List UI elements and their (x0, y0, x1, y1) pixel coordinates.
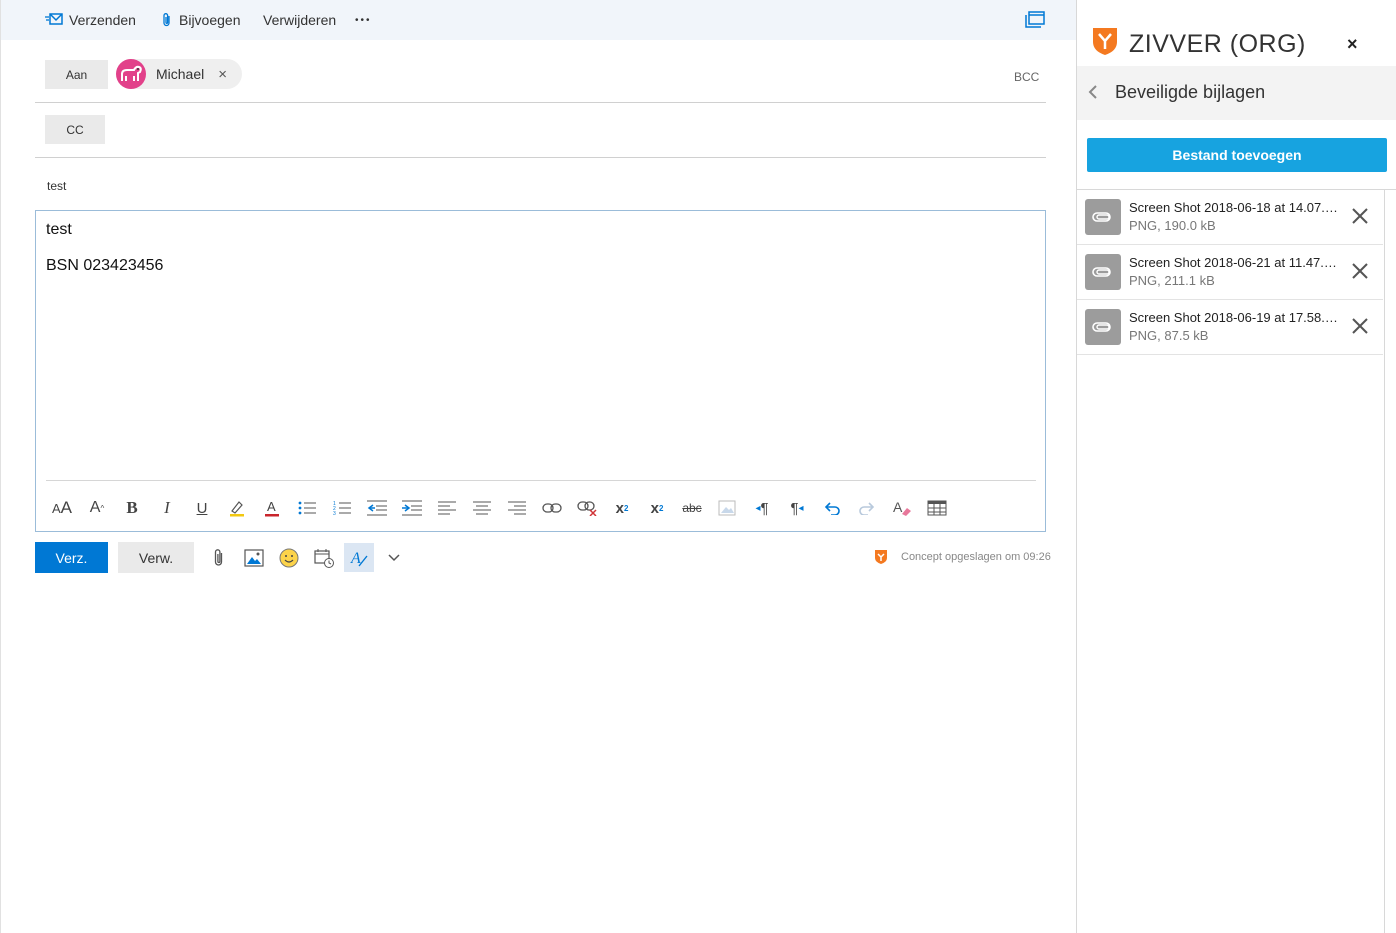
italic-icon[interactable]: I (155, 497, 179, 519)
section-header: Beveiligde bijlagen (1077, 66, 1396, 120)
align-right-icon[interactable] (505, 497, 529, 519)
compose-pane: Verzenden Bijvoegen Verwijderen ••• Aan … (0, 0, 1077, 933)
bold-icon[interactable]: B (120, 497, 144, 519)
app-window: Verzenden Bijvoegen Verwijderen ••• Aan … (0, 0, 1396, 933)
attachment-meta: PNG, 211.1 kB (1129, 273, 1215, 288)
recipient-chip[interactable]: Michael × (116, 59, 242, 89)
attachment-icon (1085, 254, 1121, 290)
more-icon: ••• (355, 14, 372, 26)
increase-indent-icon[interactable] (400, 497, 424, 519)
body-line: test (46, 221, 72, 238)
align-left-icon[interactable] (435, 497, 459, 519)
chevron-down-icon[interactable] (382, 545, 406, 571)
back-chevron-icon[interactable] (1087, 83, 1099, 106)
table-icon[interactable] (925, 497, 949, 519)
decrease-indent-icon[interactable] (365, 497, 389, 519)
superscript-icon[interactable]: x2 (610, 497, 634, 519)
attachment-name: Screen Shot 2018-06-21 at 11.47.12.png (1129, 255, 1344, 270)
attach-file-icon[interactable] (207, 545, 231, 571)
cc-button[interactable]: CC (45, 115, 105, 144)
bcc-link[interactable]: BCC (1014, 70, 1039, 84)
attachment-name: Screen Shot 2018-06-18 at 14.07.40.png (1129, 200, 1344, 215)
svg-text:3: 3 (333, 511, 336, 516)
toolbar-divider (46, 480, 1036, 481)
editor-options-icon[interactable]: A (344, 543, 374, 572)
body-line: BSN 023423456 (46, 257, 164, 274)
svg-text:A: A (893, 499, 903, 515)
divider (35, 157, 1046, 158)
attachment-meta: PNG, 190.0 kB (1129, 218, 1216, 233)
message-body[interactable]: test BSN 023423456 (46, 221, 163, 293)
avatar (116, 59, 146, 89)
remove-recipient-icon[interactable]: × (218, 66, 227, 83)
addin-title: ZIVVER (ORG) (1129, 30, 1306, 58)
redo-icon[interactable] (855, 497, 879, 519)
align-center-icon[interactable] (470, 497, 494, 519)
attach-command[interactable]: Bijvoegen (161, 0, 241, 40)
rtl-icon[interactable]: ¶ ◂ (785, 497, 809, 519)
paperclip-icon (163, 13, 170, 27)
numbering-icon[interactable]: 123 (330, 497, 354, 519)
subject-field[interactable]: test (47, 179, 66, 193)
insert-picture-icon[interactable] (242, 545, 266, 571)
command-bar: Verzenden Bijvoegen Verwijderen ••• (1, 0, 1077, 40)
remove-attachment-icon[interactable] (1349, 260, 1371, 287)
image-icon[interactable] (715, 497, 739, 519)
close-icon[interactable]: × (1347, 34, 1358, 55)
divider (35, 102, 1046, 103)
scrollbar-track[interactable] (1384, 189, 1385, 933)
attachment-icon (1085, 309, 1121, 345)
insert-link-icon[interactable] (540, 497, 564, 519)
to-button[interactable]: Aan (45, 60, 108, 89)
section-title: Beveiligde bijlagen (1115, 82, 1266, 102)
underline-icon[interactable]: U (190, 497, 214, 519)
bullets-icon[interactable] (295, 497, 319, 519)
zivver-logo-icon (1091, 26, 1119, 61)
discard-command[interactable]: Verwijderen (263, 0, 336, 40)
attachment-icon (1085, 199, 1121, 235)
recipient-name: Michael (156, 66, 205, 82)
add-file-button[interactable]: Bestand toevoegen (1087, 138, 1387, 172)
remove-attachment-icon[interactable] (1349, 315, 1371, 342)
discard-label: Verwijderen (263, 12, 337, 28)
ltr-icon[interactable]: ◂ ¶ (750, 497, 774, 519)
attachment-name: Screen Shot 2018-06-19 at 17.58.03.png (1129, 310, 1344, 325)
undo-icon[interactable] (820, 497, 844, 519)
message-body-editor[interactable]: test BSN 023423456 AA A ^ B I U A 123 x … (35, 210, 1046, 532)
send-command[interactable]: Verzenden (45, 0, 136, 40)
attachment-meta: PNG, 87.5 kB (1129, 328, 1209, 343)
zivver-addin-pane: ZIVVER (ORG) × Beveiligde bijlagen Besta… (1076, 0, 1396, 933)
subscript-icon[interactable]: x2 (645, 497, 669, 519)
grow-font-icon[interactable]: A ^ (85, 497, 109, 519)
discard-button[interactable]: Verw. (118, 542, 194, 573)
clear-format-icon[interactable]: A (890, 497, 914, 519)
popout-icon[interactable] (1025, 11, 1045, 34)
calendar-icon[interactable] (312, 545, 336, 571)
remove-link-icon[interactable] (575, 497, 599, 519)
highlight-icon[interactable] (225, 497, 249, 519)
attach-label: Bijvoegen (179, 12, 241, 28)
send-icon (45, 13, 63, 25)
font-color-icon[interactable]: A (260, 497, 284, 519)
font-size-icon[interactable]: AA (50, 497, 74, 519)
draft-saved-status: Concept opgeslagen om 09:26 (901, 551, 1051, 563)
emoji-icon[interactable] (277, 545, 301, 571)
attachment-item[interactable]: Screen Shot 2018-06-21 at 11.47.12.png P… (1077, 245, 1383, 300)
svg-text:A: A (267, 499, 276, 514)
more-options-button[interactable]: ••• (355, 0, 372, 40)
attachment-item[interactable]: Screen Shot 2018-06-18 at 14.07.40.png P… (1077, 190, 1383, 245)
send-label: Verzenden (69, 12, 136, 28)
send-button[interactable]: Verz. (35, 542, 108, 573)
strikethrough-icon[interactable]: abc (680, 497, 704, 519)
remove-attachment-icon[interactable] (1349, 205, 1371, 232)
attachment-item[interactable]: Screen Shot 2018-06-19 at 17.58.03.png P… (1077, 300, 1383, 355)
zivver-logo-icon (873, 549, 889, 570)
